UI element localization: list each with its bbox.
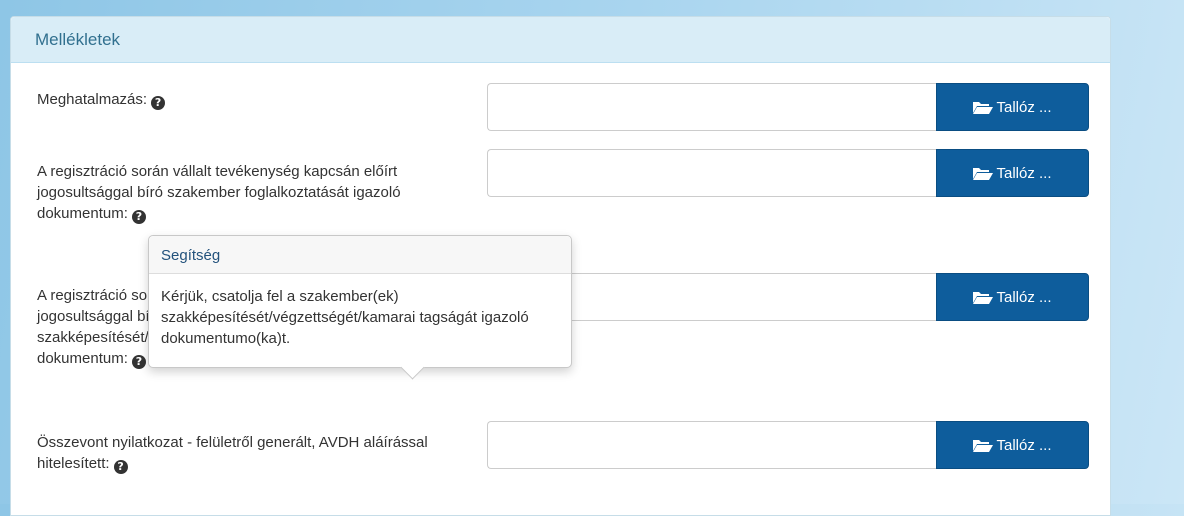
help-popover: Segítség Kérjük, csatolja fel a szakembe… (148, 235, 572, 380)
field-label-meghatalmazas: Meghatalmazás:? (37, 89, 457, 110)
browse-button-szakkepesites[interactable]: Tallóz ... (936, 273, 1089, 321)
browse-button-foglalkoztatas[interactable]: Tallóz ... (936, 149, 1089, 197)
file-input-meghatalmazas[interactable] (487, 83, 937, 131)
question-circle-icon[interactable]: ? (131, 210, 146, 224)
field-label-nyilatkozat: Összevont nyilatkozat - felületről gener… (37, 434, 428, 474)
folder-open-icon (973, 291, 994, 304)
browse-button-meghatalmazas[interactable]: Tallóz ... (936, 83, 1089, 131)
popover-title: Segítség (149, 236, 571, 274)
panel-title: Mellékletek (11, 17, 1110, 63)
file-input-nyilatkozat[interactable] (487, 421, 937, 469)
popover-body: Kérjük, csatolja fel a szakember(ek) sza… (161, 288, 529, 347)
folder-open-icon (973, 101, 994, 114)
question-circle-icon[interactable]: ? (151, 96, 166, 110)
field-label-foglalkoztatas: A regisztráció során vállalt tevékenység… (37, 163, 401, 224)
folder-open-icon (973, 167, 994, 180)
question-circle-icon[interactable]: ? (113, 460, 128, 474)
folder-open-icon (973, 439, 994, 452)
browse-button-nyilatkozat[interactable]: Tallóz ... (936, 421, 1089, 469)
file-input-foglalkoztatas[interactable] (487, 149, 937, 197)
question-circle-icon[interactable]: ? (131, 355, 146, 369)
